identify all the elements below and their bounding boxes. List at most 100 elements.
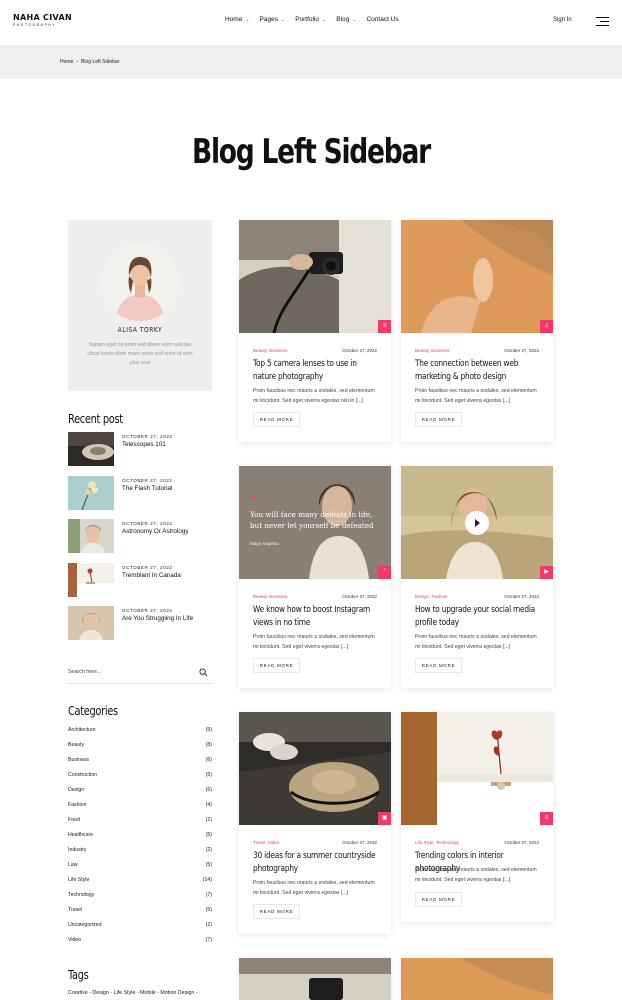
recent-post-thumbnail[interactable]	[68, 475, 114, 510]
category-item[interactable]: Design (6)	[68, 787, 212, 802]
post-card[interactable]	[239, 958, 391, 1000]
post-image[interactable]: ♫	[401, 220, 553, 333]
post-card[interactable]: ♫ Beauty, Business October 27, 2022 The …	[401, 220, 553, 442]
read-more-button[interactable]: READ MORE	[253, 904, 300, 919]
category-name[interactable]: Industry	[68, 847, 86, 853]
category-name[interactable]: Fashion	[68, 802, 86, 808]
breadcrumb-bar: Home - Blog Left Sidebar	[0, 45, 622, 79]
nav-item-home[interactable]: Home ⌄	[225, 16, 250, 23]
post-image[interactable]: ▣	[239, 712, 391, 825]
play-button-icon[interactable]	[465, 511, 489, 535]
category-item[interactable]: Travel (5)	[68, 907, 212, 922]
post-date: October 27, 2022	[342, 348, 377, 353]
recent-post-title[interactable]: Tremblant In Canada	[122, 572, 181, 579]
category-name[interactable]: Food	[68, 817, 80, 823]
post-excerpt: Proin faucibus nec mauris a sodales, sed…	[253, 388, 375, 404]
category-item[interactable]: Law (5)	[68, 862, 212, 877]
search-input[interactable]: Search here...	[68, 669, 101, 675]
category-name[interactable]: Business	[68, 757, 89, 763]
post-image[interactable]: ▶	[401, 466, 553, 579]
sidebar-search[interactable]: Search here...	[68, 664, 212, 684]
post-card[interactable]: ▶ Design, Fashion October 27, 2022 How t…	[401, 466, 553, 688]
category-item[interactable]: Technology (7)	[68, 892, 212, 907]
recent-post-thumbnail[interactable]	[68, 606, 114, 640]
post-card[interactable]: ▣ Travel, Video October 27, 2022 30 idea…	[239, 712, 391, 934]
recent-post-item[interactable]: OCTOBER 27, 2022 Are You Struggling In L…	[68, 606, 212, 650]
post-category[interactable]: Travel, Video	[253, 840, 279, 845]
read-more-button[interactable]: READ MORE	[415, 892, 462, 907]
recent-post-item[interactable]: OCTOBER 27, 2022 The Flash Tutorial	[68, 475, 212, 520]
nav-label: Portfolio	[295, 16, 320, 23]
menu-icon[interactable]	[596, 17, 609, 27]
category-item[interactable]: Food (2)	[68, 817, 212, 832]
recent-post-thumbnail[interactable]	[68, 432, 114, 466]
recent-post-title[interactable]: Are You Struggling In Life	[122, 615, 193, 622]
sign-in-link[interactable]: Sign In	[553, 17, 572, 23]
category-item[interactable]: Uncategorized (2)	[68, 922, 212, 937]
category-name[interactable]: Architecture	[68, 727, 96, 733]
post-card[interactable]: ≡ Life Style, Technology October 27, 202…	[401, 712, 553, 922]
post-category[interactable]: Beauty, Business	[253, 594, 287, 599]
category-name[interactable]: Video	[68, 937, 81, 943]
category-item[interactable]: Beauty (8)	[68, 742, 212, 757]
category-item[interactable]: Construction (5)	[68, 772, 212, 787]
category-count: (5)	[205, 862, 212, 868]
category-name[interactable]: Travel	[68, 907, 82, 913]
breadcrumb-home[interactable]: Home	[60, 59, 73, 65]
category-name[interactable]: Construction	[68, 772, 97, 778]
post-category[interactable]: Life Style, Technology	[415, 840, 459, 845]
nav-item-blog[interactable]: Blog ⌄	[336, 16, 356, 23]
search-icon[interactable]	[199, 668, 208, 677]
read-more-button[interactable]: READ MORE	[253, 412, 300, 427]
category-item[interactable]: Business (6)	[68, 757, 212, 772]
category-name[interactable]: Healthcare	[68, 832, 93, 838]
post-image[interactable]: “ You will face many defeats in life, bu…	[239, 466, 391, 579]
read-more-button[interactable]: READ MORE	[253, 658, 300, 673]
post-title[interactable]: The connection between web marketing & p…	[415, 358, 542, 384]
category-name[interactable]: Life Style	[68, 877, 89, 883]
post-category[interactable]: Design, Fashion	[415, 594, 448, 599]
category-item[interactable]: Video (7)	[68, 937, 212, 952]
nav-item-contact[interactable]: Contact Us	[366, 16, 398, 23]
category-name[interactable]: Beauty	[68, 742, 84, 748]
tag-list[interactable]: Creative - Design - Life Style - Mobile …	[68, 990, 198, 996]
read-more-button[interactable]: READ MORE	[415, 658, 462, 673]
post-title[interactable]: 30 ideas for a summer countryside photog…	[253, 850, 380, 876]
category-item[interactable]: Industry (2)	[68, 847, 212, 862]
category-name[interactable]: Technology	[68, 892, 94, 898]
recent-post-title[interactable]: The Flash Tutorial	[122, 485, 172, 492]
recent-post-item[interactable]: OCTOBER 27, 2022 Tremblant In Canada	[68, 562, 212, 607]
post-date: October 27, 2022	[342, 594, 377, 599]
recent-post-title[interactable]: Astronomy Or Astrology	[122, 528, 189, 535]
post-excerpt: Proin faucibus nec mauris a sodales, sed…	[253, 634, 375, 650]
nav-item-pages[interactable]: Pages ⌄	[260, 16, 286, 23]
post-image[interactable]: ≡	[239, 220, 391, 333]
read-more-button[interactable]: READ MORE	[415, 412, 462, 427]
nav-item-portfolio[interactable]: Portfolio ⌄	[295, 16, 326, 23]
recent-post-thumbnail[interactable]	[68, 562, 114, 597]
recent-post-thumbnail[interactable]	[68, 519, 114, 553]
post-category[interactable]: Beauty, Business	[253, 348, 287, 353]
category-name[interactable]: Uncategorized	[68, 922, 101, 928]
post-image[interactable]	[401, 958, 553, 1000]
post-category[interactable]: Beauty, Business	[415, 348, 449, 353]
category-item[interactable]: Life Style (14)	[68, 877, 212, 892]
site-logo[interactable]: NAHA CIVAN PHOTOGRAPHY	[13, 13, 72, 27]
category-item[interactable]: Fashion (4)	[68, 802, 212, 817]
post-card[interactable]	[401, 958, 553, 1000]
category-item[interactable]: Healthcare (5)	[68, 832, 212, 847]
post-card[interactable]: ≡ Beauty, Business October 27, 2022 Top …	[239, 220, 391, 442]
recent-post-item[interactable]: OCTOBER 27, 2022 Astronomy Or Astrology	[68, 519, 212, 563]
category-name[interactable]: Design	[68, 787, 84, 793]
post-title[interactable]: We know how to boost Instagram views in …	[253, 604, 380, 630]
recent-post-title[interactable]: Telescopes 101	[122, 441, 166, 448]
post-title[interactable]: Top 5 camera lenses to use in nature pho…	[253, 358, 380, 384]
category-item[interactable]: Architecture (5)	[68, 727, 212, 742]
post-title[interactable]: How to upgrade your social media profile…	[415, 604, 542, 630]
category-name[interactable]: Law	[68, 862, 78, 868]
post-image[interactable]	[239, 958, 391, 1000]
post-card[interactable]: “ You will face many defeats in life, bu…	[239, 466, 391, 688]
recent-post-item[interactable]: OCTOBER 27, 2022 Telescopes 101	[68, 432, 212, 476]
post-image[interactable]: ≡	[401, 712, 553, 825]
post-date: October 27, 2022	[342, 840, 377, 845]
